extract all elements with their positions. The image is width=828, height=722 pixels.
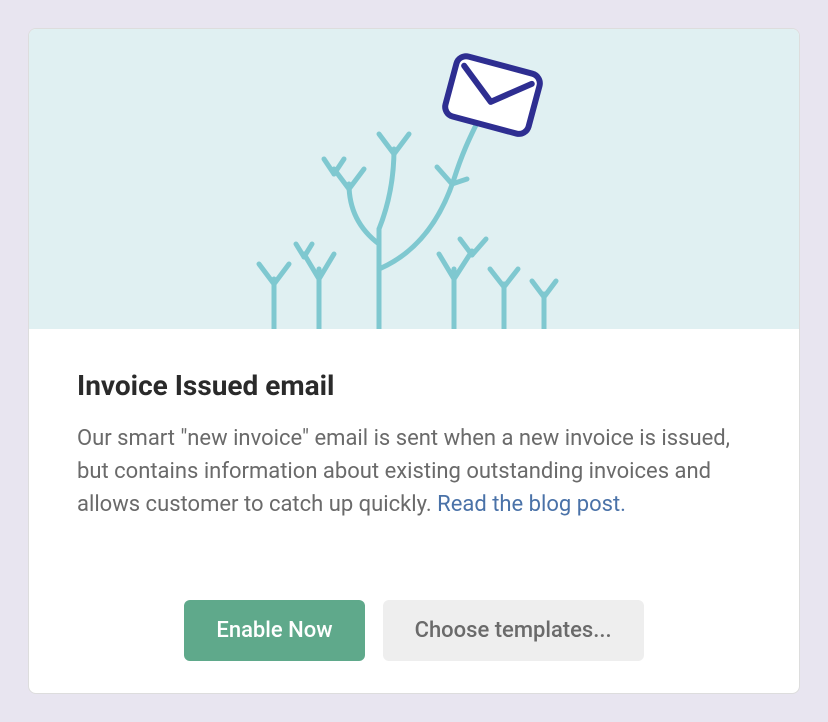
choose-templates-button[interactable]: Choose templates... [383,600,644,661]
branches-envelope-illustration [204,29,624,329]
enable-now-button[interactable]: Enable Now [184,600,364,661]
read-blog-link[interactable]: Read the blog post. [437,492,626,517]
card-body: Invoice Issued email Our smart "new invo… [29,329,799,693]
feature-card: Invoice Issued email Our smart "new invo… [28,28,800,694]
card-illustration [29,29,799,329]
envelope-icon [443,54,542,136]
card-actions: Enable Now Choose templates... [77,590,751,661]
card-description-text: Our smart "new invoice" email is sent wh… [77,426,730,517]
card-title: Invoice Issued email [77,369,751,402]
card-description: Our smart "new invoice" email is sent wh… [77,422,751,521]
